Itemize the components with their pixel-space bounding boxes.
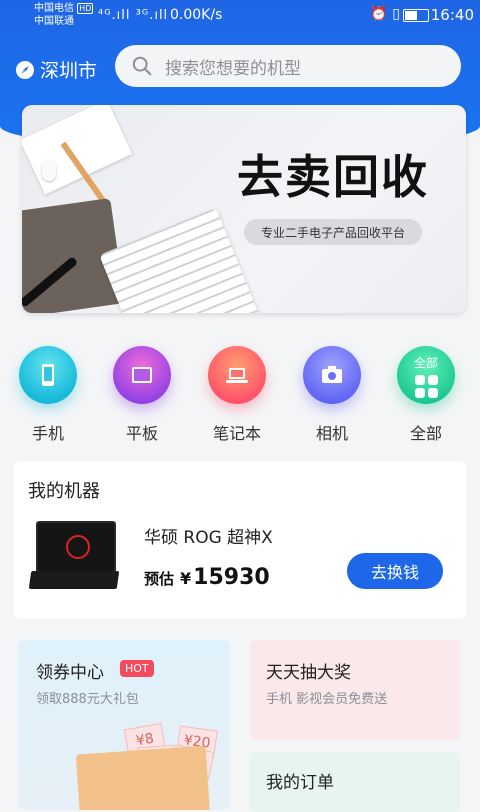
lottery-title: 天天抽大奖 [266, 663, 351, 683]
laptop-icon [208, 346, 266, 404]
exchange-button[interactable]: 去换钱 [347, 553, 443, 589]
banner-title: 去卖回收 [237, 150, 429, 204]
category-all[interactable]: 全部 全部 [386, 346, 466, 444]
category-camera[interactable]: 相机 [292, 346, 372, 444]
camera-icon [303, 346, 361, 404]
daily-lottery-card[interactable]: 天天抽大奖 手机 影视会员免费送 [250, 640, 460, 740]
lottery-subtitle: 手机 影视会员免费送 [266, 692, 388, 707]
promo-banner[interactable]: 去卖回收 专业二手电子产品回收平台 [22, 105, 466, 313]
category-label: 手机 [31, 424, 64, 443]
search-icon [132, 56, 152, 76]
device-model: 华硕 ROG 超神X [144, 528, 273, 548]
category-label: 全部 [409, 424, 442, 443]
category-label: 平板 [125, 424, 158, 443]
network-speed: 0.00K/s [170, 7, 223, 23]
category-label: 笔记本 [212, 424, 261, 443]
category-tablet[interactable]: 平板 [102, 346, 182, 444]
clock: 16:40 [430, 6, 474, 24]
coupon-center-card[interactable]: 领券中心 HOT 领取888元大礼包 ¥8 ¥20 ¥6 12 [18, 640, 230, 810]
section-title: 我的机器 [28, 481, 100, 502]
orders-title: 我的订单 [266, 773, 334, 793]
earbud-illustration [42, 161, 56, 181]
tablet-icon [113, 346, 171, 404]
search-placeholder: 搜索您想要的机型 [165, 58, 301, 79]
city-selector[interactable]: 深圳市 [16, 56, 97, 83]
category-row: 手机 平板 笔记本 相机 全部 全部 [0, 340, 480, 450]
device-thumbnail [26, 513, 122, 599]
my-orders-card[interactable]: 我的订单 [250, 752, 460, 812]
category-laptop[interactable]: 笔记本 [197, 346, 277, 444]
carrier-1: 中国电信 [34, 3, 74, 14]
all-badge-text: 全部 [413, 355, 438, 370]
carrier-2: 中国联通 [34, 16, 74, 27]
carrier-info: 中国电信 HD 中国联通 [34, 2, 94, 28]
estimate-price: 预估 ¥ 15930 [144, 565, 270, 590]
signal-icon: ⁴ᴳ.ıll ³ᴳ.ıll [98, 8, 169, 23]
search-input[interactable]: 搜索您想要的机型 [115, 45, 461, 87]
phone-icon [19, 346, 77, 404]
coupon-title: 领券中心 [36, 663, 104, 683]
hd-badge: HD [77, 3, 94, 14]
estimate-label: 预估 [144, 570, 175, 588]
coupon-subtitle: 领取888元大礼包 [36, 692, 139, 707]
city-name: 深圳市 [40, 60, 98, 82]
hot-badge: HOT [120, 660, 154, 677]
category-phone[interactable]: 手机 [8, 346, 88, 444]
status-bar: 中国电信 HD 中国联通 ⁴ᴳ.ıll ³ᴳ.ıll 0.00K/s ⏰ ▯ 1… [0, 0, 480, 30]
category-label: 相机 [315, 424, 348, 443]
banner-subtitle: 专业二手电子产品回收平台 [244, 219, 422, 245]
currency-symbol: ¥ [180, 569, 192, 588]
location-compass-icon [16, 60, 34, 79]
alarm-vibrate-icons: ⏰ ▯ [370, 6, 400, 22]
my-device-card: 我的机器 华硕 ROG 超神X 预估 ¥ 15930 去换钱 [14, 461, 466, 619]
gift-box-illustration [75, 745, 211, 810]
price-value: 15930 [193, 565, 270, 590]
battery-icon [403, 9, 429, 22]
grid-icon: 全部 [397, 346, 455, 404]
keyboard-illustration [99, 207, 261, 313]
notebook-illustration [22, 105, 133, 195]
